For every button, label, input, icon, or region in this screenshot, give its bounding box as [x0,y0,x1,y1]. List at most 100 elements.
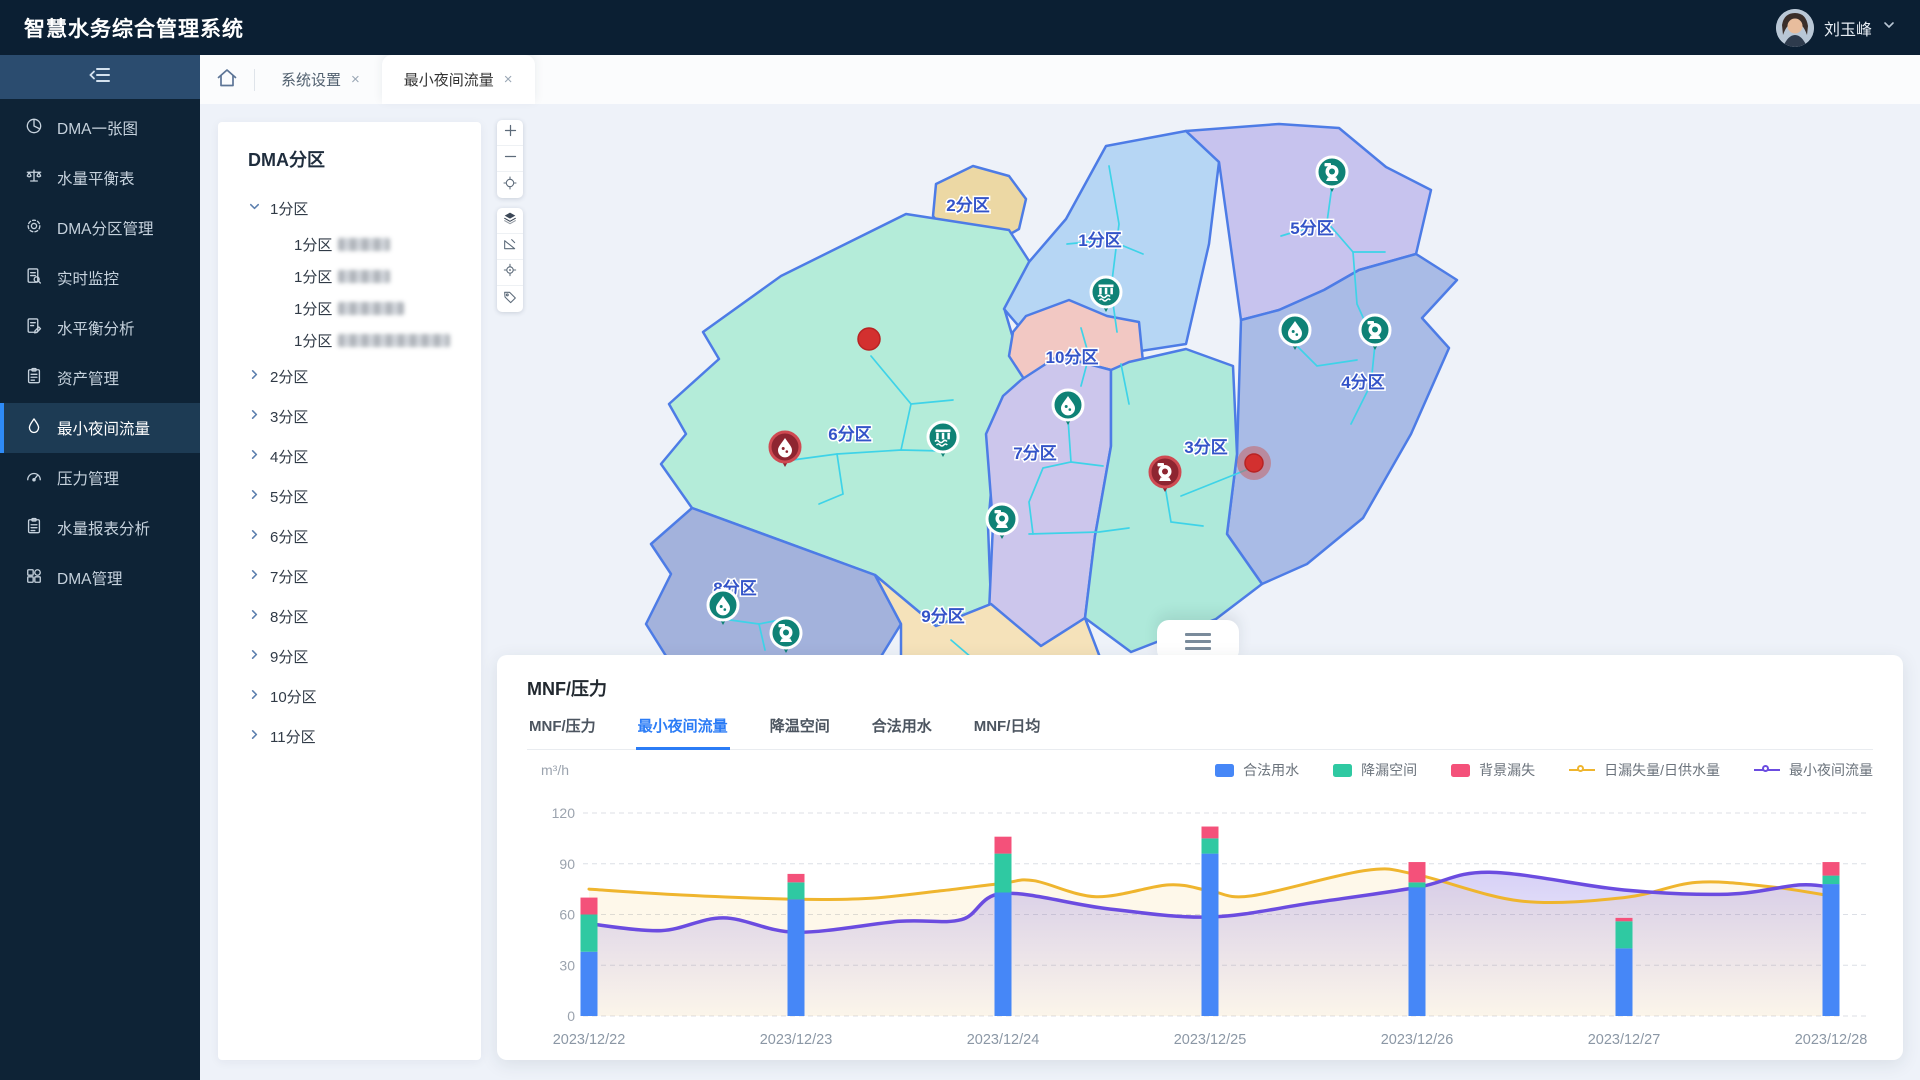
sidebar-item-label: 压力管理 [57,467,119,489]
bar-合法用水[interactable] [1823,884,1840,1016]
x-tick-label: 2023/12/22 [553,1032,626,1048]
sidebar-item-label: DMA一张图 [57,117,138,139]
tab-label: 系统设置 [281,69,341,90]
map-controls [497,120,523,312]
bar-合法用水[interactable] [995,893,1012,1016]
bar-背景漏失[interactable] [1409,862,1426,882]
chart-tab-1[interactable]: MNF/压力 [527,715,598,750]
bar-背景漏失[interactable] [1616,918,1633,921]
sidebar-item-label: 实时监控 [57,267,119,289]
x-tick-label: 2023/12/24 [967,1032,1040,1048]
sidebar-item-4[interactable]: 实时监控 [0,253,200,303]
sidebar-item-1[interactable]: DMA一张图 [0,103,200,153]
droplet-icon [24,416,44,441]
tree-item-11分区[interactable]: 11分区 [248,716,481,756]
alert-marker[interactable] [858,328,880,350]
tab-2[interactable]: 最小夜间流量× [382,55,535,104]
alert-marker[interactable] [1237,446,1271,480]
tree-child-item[interactable]: 1分区 [248,292,481,324]
sidebar-collapse-button[interactable] [0,55,200,99]
tree-item-10分区[interactable]: 10分区 [248,676,481,716]
tree-item-7分区[interactable]: 7分区 [248,556,481,596]
tabbar-divider [254,69,255,91]
tree-child-item[interactable]: 1分区 [248,260,481,292]
close-icon[interactable]: × [351,72,360,87]
sidebar-item-label: DMA管理 [57,567,122,589]
locate-icon [502,175,518,196]
user-menu[interactable]: 刘玉峰 [1776,9,1896,47]
tree-item-3分区[interactable]: 3分区 [248,396,481,436]
app-title: 智慧水务综合管理系统 [24,13,244,43]
tree-item-8分区[interactable]: 8分区 [248,596,481,636]
tree-item-expanded[interactable]: 1分区 [248,188,481,228]
tree-item-4分区[interactable]: 4分区 [248,436,481,476]
x-tick-label: 2023/12/25 [1174,1032,1247,1048]
chart-tab-4[interactable]: 合法用水 [870,715,934,750]
sidebar-item-5[interactable]: 水平衡分析 [0,303,200,353]
app-header: 智慧水务综合管理系统 刘玉峰 [0,0,1920,55]
target-button[interactable] [497,260,523,286]
y-tick-label: 90 [559,856,575,872]
bar-合法用水[interactable] [581,952,598,1016]
bar-降漏空间[interactable] [1409,882,1426,887]
tree-item-label: 5分区 [270,486,308,507]
sidebar-item-2[interactable]: 水量平衡表 [0,153,200,203]
zone-label-10分区: 10分区 [1046,348,1099,367]
tree-item-9分区[interactable]: 9分区 [248,636,481,676]
sidebar-item-9[interactable]: 水量报表分析 [0,503,200,553]
chart-tab-5[interactable]: MNF/日均 [972,715,1043,750]
redacted-text [338,302,404,315]
measure-button[interactable] [497,234,523,260]
collapse-menu-icon [87,62,113,93]
minus-button[interactable] [497,146,523,172]
tree-child-item[interactable]: 1分区 [248,228,481,260]
bar-背景漏失[interactable] [581,898,598,915]
bar-背景漏失[interactable] [788,874,805,882]
sidebar-item-3[interactable]: DMA分区管理 [0,203,200,253]
tree-child-label: 1分区 [294,298,332,319]
redacted-text [338,238,390,251]
tree-child-item[interactable]: 1分区 [248,324,481,356]
bar-合法用水[interactable] [788,899,805,1016]
tab-1[interactable]: 系统设置 × [259,55,382,104]
bar-背景漏失[interactable] [1202,827,1219,839]
chart-tab-3[interactable]: 降温空间 [768,715,832,750]
avatar[interactable] [1776,9,1814,47]
tree-item-label: 4分区 [270,446,308,467]
bar-降漏空间[interactable] [581,915,598,952]
sidebar-item-label: 最小夜间流量 [57,417,150,439]
tree-item-label: 6分区 [270,526,308,547]
tree-item-5分区[interactable]: 5分区 [248,476,481,516]
sidebar-item-6[interactable]: 资产管理 [0,353,200,403]
bar-降漏空间[interactable] [1616,921,1633,948]
bar-降漏空间[interactable] [1202,838,1219,853]
sidebar-item-7[interactable]: 最小夜间流量 [0,403,200,453]
bar-背景漏失[interactable] [995,837,1012,854]
bar-降漏空间[interactable] [995,854,1012,893]
tag-button[interactable] [497,286,523,312]
home-button[interactable] [200,55,254,104]
legend-line-marker [1569,769,1595,772]
chart-tab-2[interactable]: 最小夜间流量 [636,715,730,750]
bar-降漏空间[interactable] [1823,876,1840,884]
x-tick-label: 2023/12/23 [760,1032,833,1048]
bar-合法用水[interactable] [1409,887,1426,1016]
tree-item-6分区[interactable]: 6分区 [248,516,481,556]
layers-button[interactable] [497,208,523,234]
bar-降漏空间[interactable] [788,882,805,899]
sidebar-item-10[interactable]: DMA管理 [0,553,200,603]
locate-button[interactable] [497,172,523,198]
plus-button[interactable] [497,120,523,146]
zone-label-7分区: 7分区 [1013,444,1056,463]
chevron-right-icon [248,528,261,545]
close-icon[interactable]: × [504,72,513,87]
tree-title: DMA分区 [248,146,481,172]
tree-item-label: 1分区 [270,198,308,219]
tag-icon [502,289,518,310]
bar-合法用水[interactable] [1616,948,1633,1016]
tab-bar: 系统设置×最小夜间流量× [200,55,1920,104]
sidebar-item-8[interactable]: 压力管理 [0,453,200,503]
bar-合法用水[interactable] [1202,854,1219,1016]
tree-item-2分区[interactable]: 2分区 [248,356,481,396]
bar-背景漏失[interactable] [1823,862,1840,876]
